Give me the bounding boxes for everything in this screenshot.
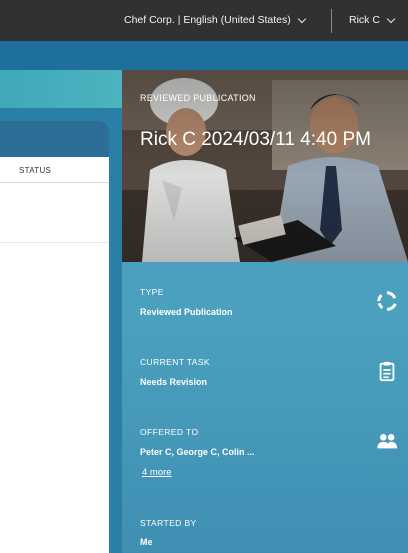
- table-card-header: [0, 121, 109, 157]
- people-icon: [377, 434, 398, 449]
- chevron-down-icon: [297, 14, 306, 23]
- top-bar: Chef Corp. | English (United States) Ric…: [0, 0, 408, 41]
- type-value: Reviewed Publication: [140, 307, 233, 317]
- hero-image: REVIEWED PUBLICATION Rick C 2024/03/11 4…: [122, 70, 408, 262]
- type-label: TYPE: [140, 287, 164, 297]
- header-band: [0, 41, 408, 70]
- offered-to-more-link[interactable]: 4 more: [142, 467, 172, 478]
- page-teal-strip: [0, 70, 122, 108]
- current-task-value: Needs Revision: [140, 377, 208, 387]
- started-by-label: STARTED BY: [140, 518, 197, 528]
- user-name: Rick C: [349, 14, 380, 26]
- offered-to-label: OFFERED TO: [140, 427, 199, 437]
- user-menu[interactable]: Rick C: [349, 14, 396, 26]
- detail-title: Rick C 2024/03/11 4:40 PM: [140, 129, 371, 150]
- header-divider: [0, 182, 109, 183]
- topbar-divider: [331, 9, 332, 33]
- row-divider: [0, 242, 109, 243]
- chevron-down-icon: [386, 14, 396, 23]
- clipboard-icon: [379, 361, 395, 382]
- org-language-label: Chef Corp. | English (United States): [124, 14, 291, 26]
- current-task-label: CURRENT TASK: [140, 357, 210, 367]
- status-column-header[interactable]: STATUS: [19, 166, 51, 175]
- org-language-selector[interactable]: Chef Corp. | English (United States): [124, 14, 306, 26]
- offered-to-value: Peter C, George C, Colin ...: [140, 447, 255, 457]
- sync-icon: [377, 291, 397, 311]
- started-by-value: Me: [140, 537, 153, 547]
- detail-panel: REVIEWED PUBLICATION Rick C 2024/03/11 4…: [122, 70, 408, 553]
- table-card: [0, 121, 109, 553]
- detail-kicker: REVIEWED PUBLICATION: [140, 93, 256, 103]
